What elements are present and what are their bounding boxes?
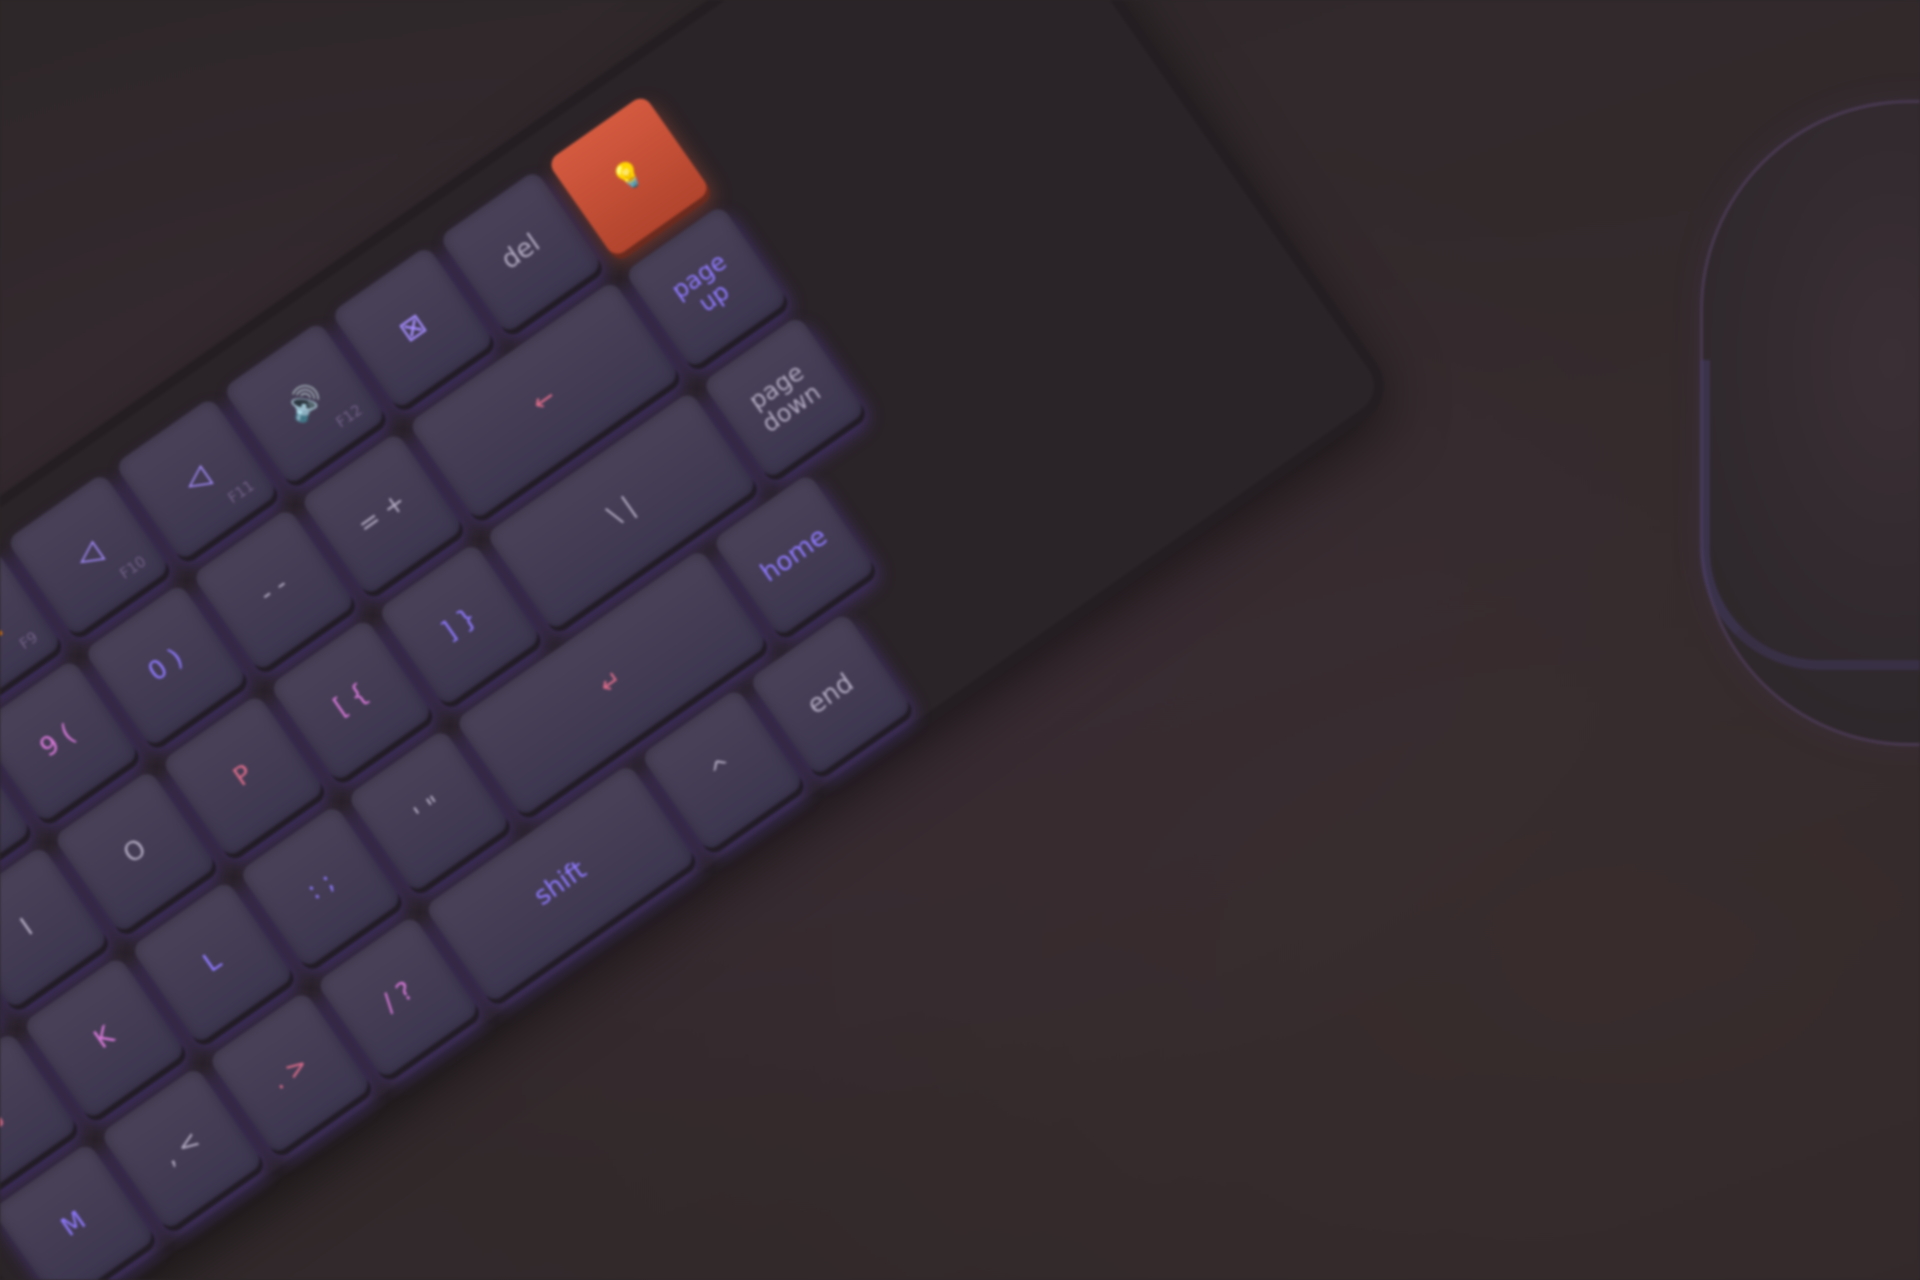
mechanical-keyboard: ⏪F7 ⏯F8 ⏩F9 ◁F10 ◁F11 🔊F12 ⊠ del 💡 7 & 8…: [0, 0, 1385, 1280]
light-bulb-icon: 💡: [607, 154, 651, 198]
mouse-cable: [1700, 360, 1920, 670]
photo-scene: ⏪F7 ⏯F8 ⏩F9 ◁F10 ◁F11 🔊F12 ⊠ del 💡 7 & 8…: [0, 0, 1920, 1280]
